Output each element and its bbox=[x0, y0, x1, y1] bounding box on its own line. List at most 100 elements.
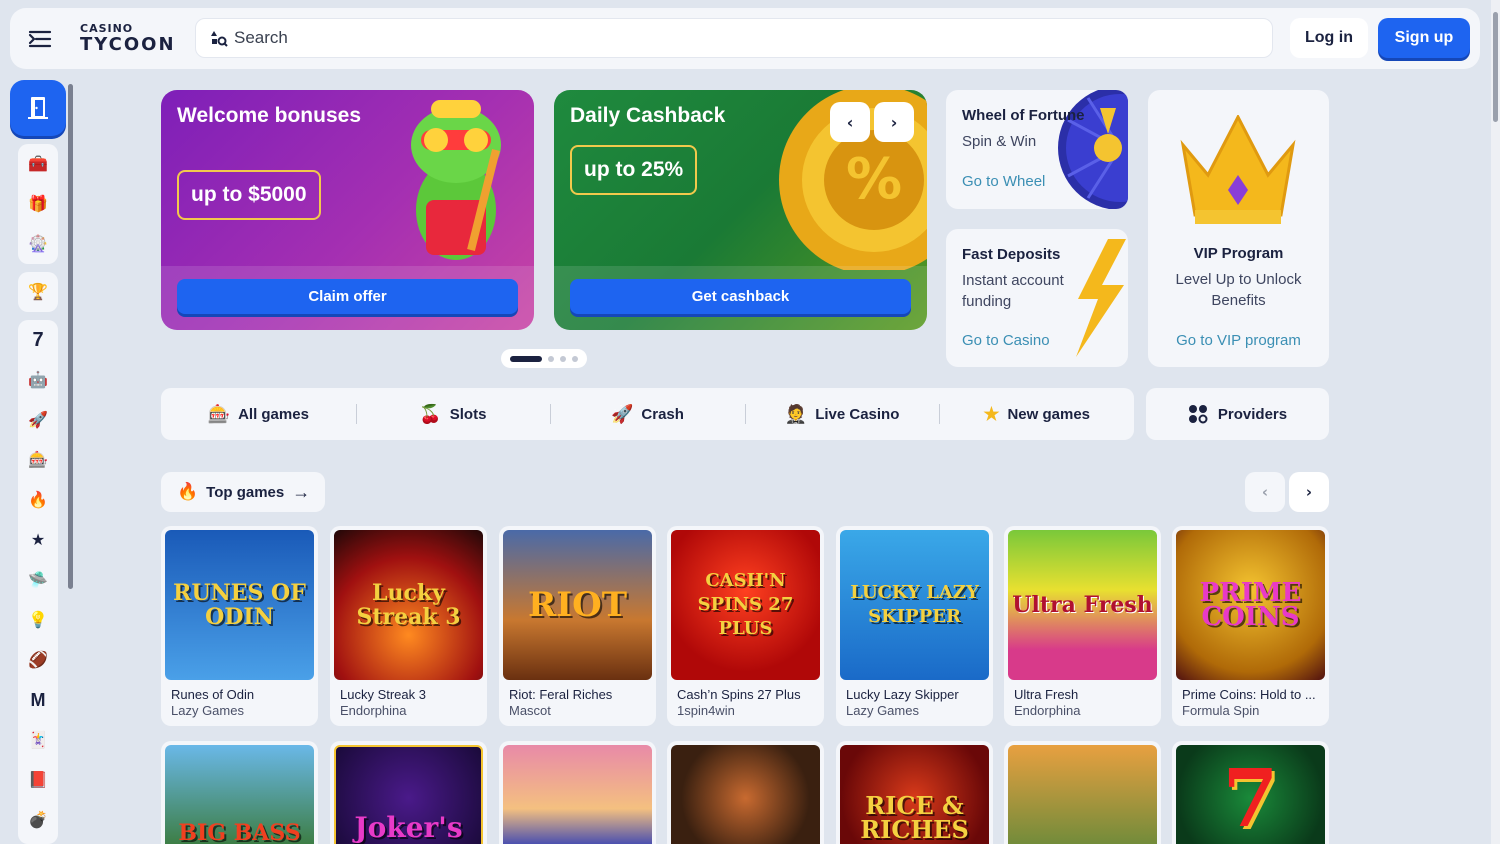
sidebar-item-slots[interactable]: 7 bbox=[18, 320, 58, 360]
treasure-chest-icon: 🧰 bbox=[28, 156, 48, 173]
sidebar-item-cards[interactable]: 🃏 bbox=[18, 720, 58, 760]
games-next-button[interactable]: › bbox=[1289, 472, 1329, 512]
search-bar[interactable] bbox=[195, 18, 1273, 58]
sidebar: 🧰 🎁 🎡 🏆 7 🤖 🚀 🎰 🔥 ★ 🛸 💡 🏈 M 🃏 📕 💣 bbox=[10, 80, 76, 844]
slot-machine-icon: 🎰 bbox=[207, 403, 231, 424]
crown-icon bbox=[1180, 115, 1296, 224]
carousel-dot[interactable] bbox=[510, 355, 542, 362]
sidebar-item-table[interactable]: 🎰 bbox=[18, 440, 58, 480]
bulb-icon: 💡 bbox=[28, 612, 48, 629]
claim-offer-button[interactable]: Claim offer bbox=[177, 279, 518, 314]
top-games-button[interactable]: 🔥 Top games → bbox=[161, 472, 325, 512]
vip-card-title: VIP Program bbox=[1193, 245, 1284, 262]
providers-button[interactable]: Providers bbox=[1146, 388, 1329, 440]
sidebar-item-favorites[interactable]: ★ bbox=[18, 520, 58, 560]
sidebar-item-megaways[interactable]: M bbox=[18, 680, 58, 720]
tab-crash[interactable]: 🚀 Crash bbox=[550, 388, 745, 440]
promo-next-button[interactable]: › bbox=[874, 102, 914, 142]
promo-card-welcome[interactable]: Welcome bonuses up to $5000 Claim offer bbox=[161, 90, 534, 330]
carousel-dot[interactable] bbox=[572, 355, 578, 362]
game-card[interactable]: RIOT Riot: Feral Riches Mascot bbox=[499, 526, 656, 726]
sidebar-item-new[interactable]: 🛸 bbox=[18, 560, 58, 600]
game-thumbnail: Ultra Fresh bbox=[1008, 530, 1157, 680]
carousel-dot[interactable] bbox=[548, 355, 554, 362]
game-card[interactable]: Ultra Fresh Ultra Fresh Endorphina bbox=[1004, 526, 1161, 726]
sidebar-scrollbar[interactable] bbox=[68, 84, 73, 589]
rocket-icon: 🚀 bbox=[611, 403, 634, 424]
game-thumbnail: Lucky Streak 3 bbox=[334, 530, 483, 680]
promo-prev-button[interactable]: ‹ bbox=[830, 102, 870, 142]
sidebar-item-live[interactable]: 🤖 bbox=[18, 360, 58, 400]
game-title: Lucky Lazy Skipper bbox=[846, 687, 959, 702]
game-thumbnail bbox=[671, 745, 820, 844]
game-card[interactable]: Lucky Streak 3 Lucky Streak 3 Endorphina bbox=[330, 526, 487, 726]
sidebar-item-bonuses[interactable]: 🎁 bbox=[18, 184, 58, 224]
game-title: Lucky Streak 3 bbox=[340, 687, 426, 702]
game-card[interactable]: Joker's bbox=[330, 741, 487, 844]
promo-card-cashback[interactable]: Daily Cashback up to 25% % Get cashback bbox=[554, 90, 927, 330]
game-card[interactable]: RICE & RICHES bbox=[836, 741, 993, 844]
star-icon: ★ bbox=[983, 403, 1000, 424]
game-card[interactable]: CASH'N SPINS 27 PLUS Cash’n Spins 27 Plu… bbox=[667, 526, 824, 726]
go-to-casino-link[interactable]: Go to Casino bbox=[962, 332, 1050, 349]
sidebar-item-tournaments[interactable]: 🏆 bbox=[18, 272, 58, 312]
category-tabs: 🎰 All games 🍒 Slots 🚀 Crash 🤵 Live Casino ★ N… bbox=[161, 388, 1134, 440]
login-button[interactable]: Log in bbox=[1290, 18, 1368, 58]
carousel-dot[interactable] bbox=[560, 355, 566, 362]
game-card[interactable]: 7 bbox=[1172, 741, 1329, 844]
cherries-icon: 🍒 bbox=[419, 403, 442, 424]
game-card[interactable] bbox=[499, 741, 656, 844]
sidebar-item-book[interactable]: 📕 bbox=[18, 760, 58, 800]
sidebar-item-more[interactable]: 💣 bbox=[18, 800, 58, 840]
tab-new-games[interactable]: ★ New games bbox=[939, 388, 1134, 440]
game-provider: Formula Spin bbox=[1182, 703, 1260, 718]
tab-live-casino[interactable]: 🤵 Live Casino bbox=[744, 388, 940, 440]
ball-icon: 🏈 bbox=[28, 652, 48, 669]
casino-logo[interactable]: CASINO TYCOON bbox=[80, 18, 190, 60]
game-card[interactable]: RUNES OF ODIN Runes of Odin Lazy Games bbox=[161, 526, 318, 726]
chevron-right-icon: › bbox=[890, 112, 898, 132]
game-card[interactable] bbox=[1004, 741, 1161, 844]
dealer-icon: 🤵 bbox=[784, 403, 808, 424]
signup-button[interactable]: Sign up bbox=[1378, 18, 1470, 58]
deposits-card-subtitle: Instant account funding bbox=[962, 272, 1064, 310]
wheel-card-title: Wheel of Fortune bbox=[962, 107, 1085, 124]
seven-icon: 7 bbox=[32, 328, 44, 351]
game-thumbnail bbox=[1008, 745, 1157, 844]
sidebar-item-treasure[interactable]: 🧰 bbox=[18, 144, 58, 184]
game-thumbnail: LUCKY LAZY SKIPPER bbox=[840, 530, 989, 680]
providers-icon bbox=[1188, 405, 1208, 424]
scrollbar-thumb[interactable] bbox=[1493, 12, 1498, 122]
tab-slots[interactable]: 🍒 Slots bbox=[355, 388, 551, 440]
sidebar-item-crash[interactable]: 🚀 bbox=[18, 400, 58, 440]
go-to-vip-link[interactable]: Go to VIP program bbox=[1148, 332, 1329, 349]
sidebar-item-roulette[interactable]: 💡 bbox=[18, 600, 58, 640]
menu-toggle-icon[interactable] bbox=[10, 8, 70, 69]
game-thumbnail: PRIME COINS bbox=[1176, 530, 1325, 680]
game-thumbnail bbox=[503, 745, 652, 844]
go-to-wheel-link[interactable]: Go to Wheel bbox=[962, 173, 1045, 190]
game-card[interactable]: BIG BASS bbox=[161, 741, 318, 844]
vip-program-card[interactable]: VIP Program Level Up to Unlock Benefits … bbox=[1148, 90, 1329, 367]
game-card[interactable]: PRIME COINS Prime Coins: Hold to ... For… bbox=[1172, 526, 1329, 726]
page-scrollbar[interactable] bbox=[1491, 0, 1500, 844]
bomb-icon: 💣 bbox=[28, 812, 48, 829]
game-provider: 1spin4win bbox=[677, 703, 735, 718]
sidebar-item-wheel[interactable]: 🎡 bbox=[18, 224, 58, 264]
wheel-icon: 🎡 bbox=[28, 236, 48, 253]
fast-deposits-card[interactable]: Fast Deposits Instant account funding Go… bbox=[946, 229, 1128, 367]
search-input[interactable] bbox=[234, 28, 1134, 48]
sidebar-lobby-button[interactable] bbox=[10, 80, 66, 136]
gift-icon: 🎁 bbox=[28, 196, 48, 213]
sidebar-item-sports[interactable]: 🏈 bbox=[18, 640, 58, 680]
game-card[interactable]: LUCKY LAZY SKIPPER Lucky Lazy Skipper La… bbox=[836, 526, 993, 726]
games-prev-button[interactable]: ‹ bbox=[1245, 472, 1285, 512]
wheel-of-fortune-card[interactable]: Wheel of Fortune Spin & Win Go to Wheel bbox=[946, 90, 1128, 209]
star-icon: ★ bbox=[30, 532, 46, 549]
deposits-card-title: Fast Deposits bbox=[962, 246, 1061, 263]
sidebar-item-hot[interactable]: 🔥 bbox=[18, 480, 58, 520]
get-cashback-button[interactable]: Get cashback bbox=[570, 279, 911, 314]
tab-all-games[interactable]: 🎰 All games bbox=[161, 388, 356, 440]
game-provider: Mascot bbox=[509, 703, 551, 718]
game-card[interactable] bbox=[667, 741, 824, 844]
